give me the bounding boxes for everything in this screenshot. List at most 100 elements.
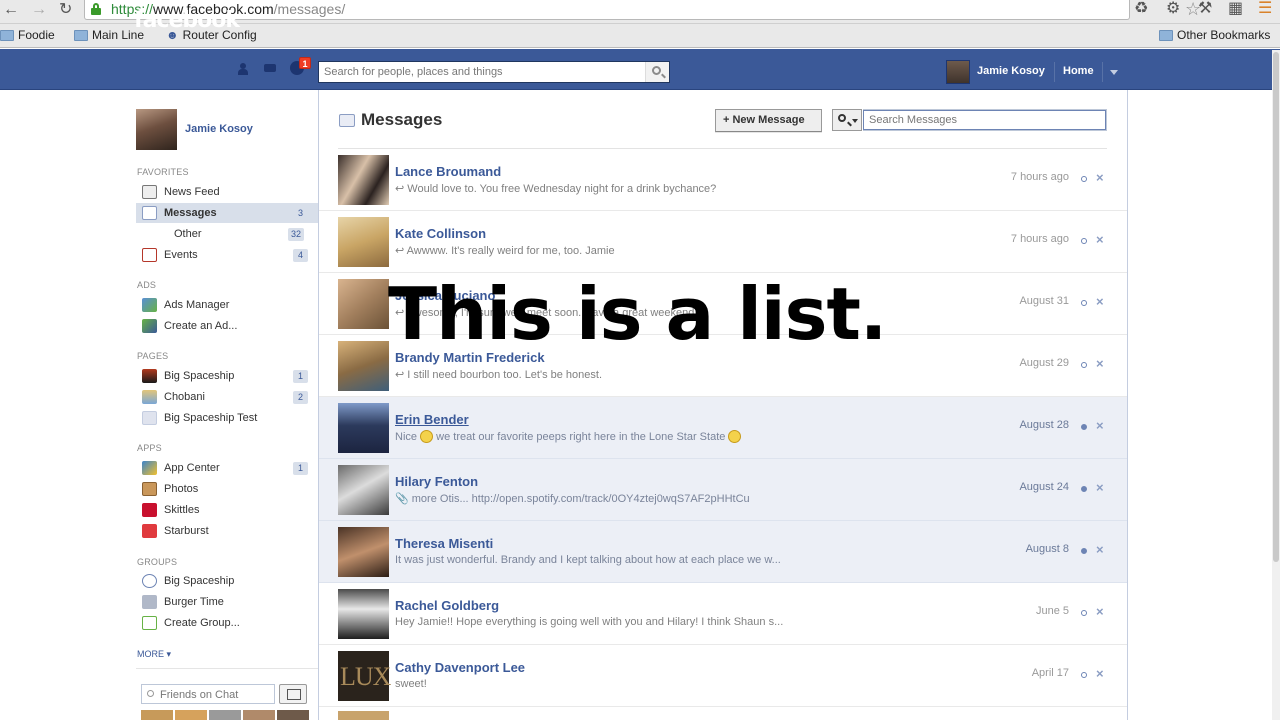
message-time: 7 hours ago (1010, 171, 1069, 183)
sidebar-item-big-spaceship-group[interactable]: Big Spaceship (136, 571, 318, 591)
sidebar-item-other[interactable]: Other 32 (136, 224, 318, 244)
chat-options-button[interactable] (279, 684, 307, 704)
chevron-down-icon (852, 119, 858, 123)
mark-read-toggle[interactable] (1081, 486, 1087, 492)
avatar[interactable]: LUX (338, 651, 391, 701)
bookmark-foodie[interactable]: Foodie (0, 28, 55, 42)
recycle-icon[interactable]: ♻ (1134, 0, 1148, 18)
sidebar-item-photos[interactable]: Photos (136, 479, 318, 499)
group-icon (142, 574, 157, 588)
reply-arrow-icon: ↩ (395, 369, 408, 381)
friend-requests-icon[interactable] (238, 63, 252, 75)
sidebar-item-messages[interactable]: Messages 3 (136, 203, 318, 223)
avatar[interactable] (209, 710, 241, 720)
sidebar-item-burger-time[interactable]: Burger Time (136, 592, 318, 612)
sidebar-item-events[interactable]: Events 4 (136, 245, 318, 265)
messages-count: 3 (297, 208, 303, 218)
search-button[interactable] (645, 62, 669, 82)
mark-read-toggle[interactable] (1081, 176, 1087, 182)
reload-icon[interactable]: ↻ (59, 1, 72, 19)
archive-icon[interactable]: × (1096, 356, 1104, 371)
other-bookmarks[interactable]: Other Bookmarks (1159, 28, 1270, 42)
sidebar-item-news-feed[interactable]: News Feed (136, 182, 318, 202)
extension-icon[interactable]: ▦ (1228, 0, 1243, 18)
sidebar-item-starburst[interactable]: Starburst (136, 521, 318, 541)
facebook-search-input[interactable]: Search for people, places and things (318, 61, 670, 83)
mark-read-toggle[interactable] (1081, 424, 1087, 430)
message-thread[interactable]: LUX Cathy Davenport Lee sweet! April 17 … (319, 645, 1127, 707)
new-message-button[interactable]: + New Message (715, 109, 822, 132)
avatar[interactable] (338, 711, 389, 720)
account-menu-arrow-icon[interactable] (1110, 70, 1118, 75)
avatar[interactable] (338, 527, 389, 577)
sidebar-item-big-spaceship-test[interactable]: Big Spaceship Test (136, 408, 318, 428)
avatar[interactable] (175, 710, 207, 720)
more-link[interactable]: MORE ▾ (137, 649, 171, 660)
mark-read-toggle[interactable] (1081, 610, 1087, 616)
menu-icon[interactable]: ☰ (1258, 0, 1272, 18)
facebook-logo[interactable]: facebook (134, 8, 240, 33)
mark-read-toggle[interactable] (1081, 300, 1087, 306)
avatar[interactable] (338, 155, 389, 205)
message-thread[interactable]: Erin Bender Nice we treat our favorite p… (319, 397, 1127, 459)
archive-icon[interactable]: × (1096, 294, 1104, 309)
mark-read-toggle[interactable] (1081, 548, 1087, 554)
messages-jewel-icon[interactable] (264, 63, 278, 75)
sidebar-item-skittles[interactable]: Skittles (136, 500, 318, 520)
sidebar-item-big-spaceship-page[interactable]: Big Spaceship 1 (136, 366, 318, 386)
archive-icon[interactable]: × (1096, 232, 1104, 247)
message-filter-button[interactable] (832, 109, 862, 131)
message-thread[interactable]: Rachel Goldberg Hey Jamie!! Hope everyth… (319, 583, 1127, 645)
page-scrollbar[interactable] (1272, 50, 1280, 720)
back-icon[interactable]: ← (3, 1, 19, 19)
mark-read-toggle[interactable] (1081, 238, 1087, 244)
avatar[interactable] (338, 589, 389, 639)
forward-icon[interactable]: → (31, 1, 47, 19)
archive-icon[interactable]: × (1096, 418, 1104, 433)
archive-icon[interactable]: × (1096, 170, 1104, 185)
archive-icon[interactable]: × (1096, 604, 1104, 619)
message-thread[interactable]: Hilary Fenton 📎 more Otis... http://open… (319, 459, 1127, 521)
avatar[interactable] (338, 403, 389, 453)
header-divider (1054, 62, 1055, 82)
profile-name[interactable]: Jamie Kosoy (185, 123, 253, 135)
search-icon (652, 66, 661, 75)
avatar[interactable] (277, 710, 309, 720)
archive-icon[interactable]: × (1096, 666, 1104, 681)
archive-icon[interactable]: × (1096, 542, 1104, 557)
message-snippet: ↩ I still need bourbon too. Let's be hon… (395, 369, 603, 381)
message-thread[interactable]: Theresa Misenti It was just wonderful. B… (319, 521, 1127, 583)
sidebar-item-app-center[interactable]: App Center 1 (136, 458, 318, 478)
groups-heading: GROUPS (137, 557, 178, 567)
address-bar[interactable]: https://www.facebook.com/messages/ ☆ (84, 0, 1201, 20)
header-avatar[interactable] (946, 60, 970, 84)
sidebar-item-create-ad[interactable]: Create an Ad... (136, 316, 318, 336)
search-messages-input[interactable]: Search Messages (863, 109, 1107, 131)
avatar[interactable] (243, 710, 275, 720)
message-snippet: 📎 more Otis... http://open.spotify.com/t… (395, 493, 750, 505)
sidebar-item-ads-manager[interactable]: Ads Manager (136, 295, 318, 315)
big-spaceship-icon (142, 369, 157, 383)
header-user-name[interactable]: Jamie Kosoy (977, 65, 1045, 77)
archive-icon[interactable]: × (1096, 480, 1104, 495)
wrench-icon[interactable]: ⚒ (1198, 0, 1212, 18)
avatar[interactable] (338, 465, 389, 515)
message-thread[interactable]: Kate Collinson ↩ Awwww. It's really weir… (319, 211, 1127, 273)
sidebar-item-create-group[interactable]: Create Group... (136, 613, 318, 633)
message-time: August 31 (1019, 295, 1069, 307)
group-icon (142, 595, 157, 609)
avatar[interactable] (338, 217, 389, 267)
home-link[interactable]: Home (1063, 65, 1094, 77)
avatar[interactable] (338, 279, 389, 329)
avatar[interactable] (338, 341, 389, 391)
message-thread[interactable]: Lance Broumand ↩ Would love to. You free… (319, 149, 1127, 211)
avatar[interactable] (141, 710, 173, 720)
sidebar-item-chobani[interactable]: Chobani 2 (136, 387, 318, 407)
scrollbar-thumb[interactable] (1273, 52, 1279, 562)
mark-read-toggle[interactable] (1081, 672, 1087, 678)
mark-read-toggle[interactable] (1081, 362, 1087, 368)
gear-icon[interactable]: ⚙ (1166, 0, 1180, 18)
chat-search-input[interactable]: Friends on Chat (141, 684, 275, 704)
message-snippet: ↩ Awwww. It's really weird for me, too. … (395, 245, 615, 257)
profile-picture[interactable] (136, 109, 177, 150)
